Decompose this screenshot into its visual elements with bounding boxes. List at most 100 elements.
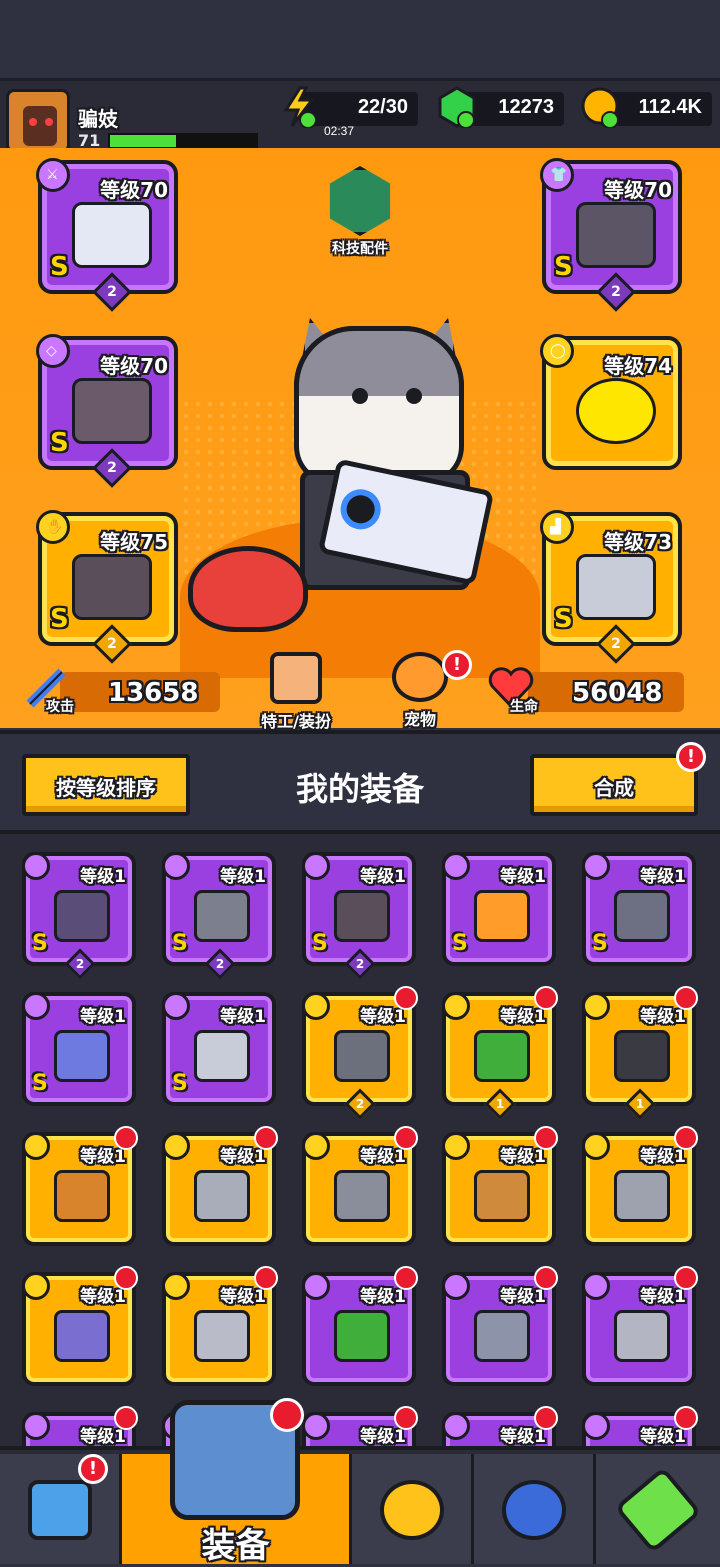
new-item-badge [674,1266,698,1290]
item-rank: S [32,1071,48,1096]
equipment-item[interactable]: 等级1 [302,1126,418,1246]
merge-button[interactable]: 合成 [530,754,698,816]
slot-gloves[interactable]: ✋ 等级75 S 2 [36,510,178,664]
new-item-badge [114,1406,138,1430]
item-count: 2 [344,948,376,980]
new-item-badge [674,1126,698,1150]
cat-head-patch [294,326,464,396]
equipment-item[interactable]: 等级1 [22,1406,138,1446]
slot-rank: S [554,252,573,282]
slot-rank: S [50,604,69,634]
new-item-badge [114,1266,138,1290]
agent-outfit-button[interactable]: 特工/装扮 [246,652,346,732]
equipment-item[interactable]: 等级1 [442,1406,558,1446]
item-type-icon [582,992,610,1020]
equipment-item[interactable]: 等级1 [302,1406,418,1446]
stars-orb-icon [501,1480,566,1540]
item-type-icon [22,992,50,1020]
equipment-item[interactable]: 等级1 S 2 [162,852,276,980]
item-type-icon [442,992,470,1020]
gauntlet-icon [72,554,152,620]
equipment-item[interactable]: 等级1 [582,1406,698,1446]
pet-label: 宠物 [403,710,436,729]
slot-armor[interactable]: 👕 等级70 S 2 [540,158,682,312]
item-icon [334,890,390,942]
item-type-icon [582,852,610,880]
equipment-item[interactable]: 等级1 2 [302,986,418,1120]
item-level: 等级1 [80,867,126,887]
item-level: 等级1 [220,1007,266,1027]
shop-alert-badge: ! [78,1454,108,1484]
slot-level: 等级70 [100,178,168,202]
nav-dna[interactable] [596,1454,720,1564]
slot-level: 等级74 [604,354,672,378]
item-rank: S [452,931,468,956]
player-avatar[interactable] [6,89,70,153]
equipment-item[interactable]: 等级1 [582,1266,698,1386]
energy-value: 22/30 [357,96,408,118]
equipment-item[interactable]: 等级1 [22,1126,138,1246]
slot-necklace[interactable]: ◇ 等级70 S 2 [36,334,178,488]
equipment-item[interactable]: 等级1 [162,1126,278,1246]
item-rank: S [172,1071,188,1096]
item-type-icon [162,1272,190,1300]
item-icon [194,890,250,942]
slot-rank: S [50,428,69,458]
nav-weapons[interactable] [352,1454,474,1564]
item-type-icon [22,852,50,880]
equipment-item[interactable]: 等级1 [162,1266,278,1386]
dog-face-icon [392,652,448,702]
item-type-icon [302,852,330,880]
equipment-item[interactable]: 等级1 S [442,852,556,966]
armor-type-icon: 👕 [540,158,574,192]
equipment-item[interactable]: 等级1 [442,1126,558,1246]
equipment-title: 我的装备 [295,770,424,808]
equipment-item[interactable]: 等级1 S [582,852,696,966]
equipment-item[interactable]: 等级1 [22,1266,138,1386]
item-icon [614,1030,670,1082]
slot-boots[interactable]: ▟ 等级73 S 2 [540,510,682,664]
star-weapons-icon [379,1480,444,1540]
system-status-bar [0,0,720,78]
tech-hex-icon [329,166,391,236]
gun-icon [72,202,152,268]
item-level: 等级1 [80,1007,126,1027]
necklace-type-icon: ◇ [36,334,70,368]
tech-parts-button[interactable]: 科技配件 [318,166,402,258]
slot-weapon[interactable]: ⚔ 等级70 S 2 [36,158,178,312]
new-item-badge [534,1266,558,1290]
sort-button-label: 按等级排序 [56,776,156,800]
nav-orbs[interactable] [474,1454,596,1564]
item-icon [194,1170,250,1222]
new-item-badge [394,1126,418,1150]
item-level: 等级1 [220,867,266,887]
item-rank: S [312,931,328,956]
gem-icon [436,86,478,129]
tech-label: 科技配件 [332,241,388,257]
belt-icon [576,378,656,444]
item-type-icon [22,1272,50,1300]
item-icon [194,1310,250,1362]
new-item-badge [534,1126,558,1150]
item-icon [614,890,670,942]
crab-pet [188,546,308,632]
equipment-item[interactable]: 等级1 S 2 [22,852,136,980]
equipment-item[interactable]: 等级1 [582,1126,698,1246]
merge-button-label: 合成 [594,776,634,800]
slot-belt[interactable]: ◯ 等级74 [540,334,682,470]
item-type-icon [582,1132,610,1160]
equipment-item[interactable]: 等级1 1 [582,986,698,1120]
new-item-badge [394,1406,418,1430]
equipment-item[interactable]: 等级1 [302,1266,418,1386]
sort-by-level-button[interactable]: 按等级排序 [22,754,190,816]
new-item-badge [674,1406,698,1430]
bottom-nav: 装备 [0,1446,720,1566]
item-type-icon [22,1132,50,1160]
equipment-item[interactable]: 等级1 S 2 [302,852,416,980]
boots-type-icon: ▟ [540,510,574,544]
equipment-item[interactable]: 等级1 1 [442,986,558,1120]
equipment-item[interactable]: 等级1 S [22,992,136,1106]
equipment-item[interactable]: 等级1 S [162,992,276,1106]
equipment-item[interactable]: 等级1 [442,1266,558,1386]
new-item-badge [534,1406,558,1430]
